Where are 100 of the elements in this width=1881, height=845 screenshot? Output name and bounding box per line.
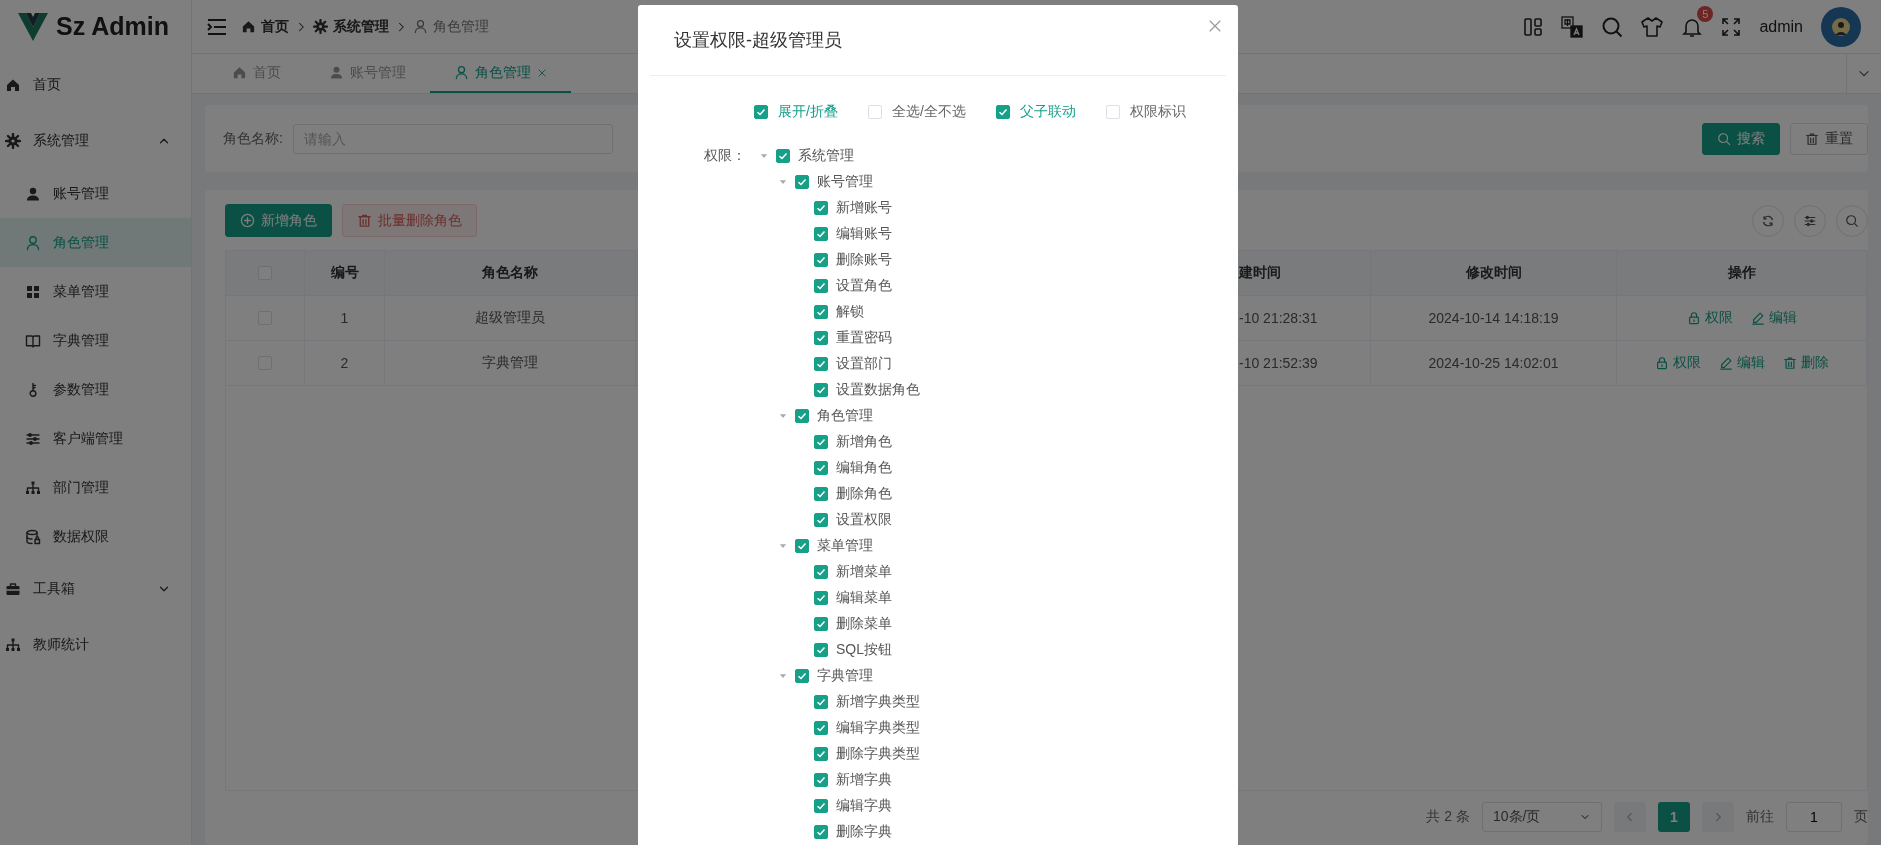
add-role-button[interactable]: 新增角色 xyxy=(225,204,332,237)
column-header: 角色名称 xyxy=(385,251,636,296)
tree-node-label: 删除字典 xyxy=(836,823,892,841)
sidebar-item[interactable]: 参数管理 xyxy=(0,365,191,414)
close-icon xyxy=(537,67,547,78)
sidebar-item[interactable]: 菜单管理 xyxy=(0,267,191,316)
book-icon xyxy=(25,332,41,349)
tree-checkbox[interactable] xyxy=(814,721,828,735)
edit-link[interactable]: 编辑 xyxy=(1750,309,1797,327)
delete-link[interactable]: 删除 xyxy=(1782,354,1829,372)
tree-checkbox[interactable] xyxy=(795,669,809,683)
search-button[interactable]: 搜索 xyxy=(1702,122,1780,155)
permission-link[interactable]: 权限 xyxy=(1654,354,1701,372)
search-icon xyxy=(1717,131,1731,146)
close-icon[interactable] xyxy=(1208,19,1222,33)
sidebar-item[interactable]: 数据权限 xyxy=(0,512,191,561)
check-icon xyxy=(816,359,826,369)
sidebar-item[interactable]: 系统管理 xyxy=(0,113,191,169)
user-name[interactable]: admin xyxy=(1759,17,1803,36)
tree-node-label: 系统管理 xyxy=(798,147,854,165)
tree-checkbox[interactable] xyxy=(814,825,828,839)
sidebar-item[interactable]: 部门管理 xyxy=(0,463,191,512)
tree-checkbox[interactable] xyxy=(814,487,828,501)
breadcrumb-item[interactable]: 首页 xyxy=(261,17,289,36)
tree-checkbox[interactable] xyxy=(814,253,828,267)
page-size-select[interactable]: 10条/页 xyxy=(1482,802,1602,832)
database-icon xyxy=(25,528,41,545)
fullscreen-icon[interactable] xyxy=(1721,16,1742,37)
tree-checkbox[interactable] xyxy=(814,227,828,241)
option-checkbox[interactable] xyxy=(995,104,1010,119)
sidebar-item[interactable]: 工具箱 xyxy=(0,561,191,617)
goto-label: 前往 xyxy=(1746,808,1774,826)
grid-icon xyxy=(25,283,41,300)
pen-icon xyxy=(1750,311,1765,325)
tree-checkbox[interactable] xyxy=(795,175,809,189)
sliders-icon[interactable] xyxy=(1794,204,1826,237)
translate-icon[interactable] xyxy=(1561,15,1584,38)
tree-checkbox[interactable] xyxy=(814,591,828,605)
tree-checkbox[interactable] xyxy=(814,513,828,527)
tree-node-label: 设置权限 xyxy=(836,511,892,529)
refresh-icon[interactable] xyxy=(1752,204,1784,237)
check-icon xyxy=(816,229,826,239)
column-header: 建时间 xyxy=(1237,251,1371,296)
menu-icon[interactable] xyxy=(207,17,227,36)
user-icon xyxy=(25,234,41,251)
check-icon xyxy=(816,255,826,265)
avatar[interactable] xyxy=(1821,6,1861,47)
tree-checkbox[interactable] xyxy=(814,435,828,449)
sidebar-item[interactable]: 教师统计 xyxy=(0,617,191,673)
shirt-icon[interactable] xyxy=(1641,15,1664,38)
goto-page-input[interactable]: 1 xyxy=(1786,802,1842,832)
tree-checkbox[interactable] xyxy=(814,305,828,319)
tree-checkbox[interactable] xyxy=(814,695,828,709)
check-icon xyxy=(797,411,807,421)
tree-checkbox[interactable] xyxy=(814,357,828,371)
tree-node-label: 删除菜单 xyxy=(836,615,892,633)
org-chart-icon xyxy=(25,479,41,496)
tree-checkbox[interactable] xyxy=(795,409,809,423)
sidebar-item[interactable]: 字典管理 xyxy=(0,316,191,365)
option-label[interactable]: 展开/折叠 xyxy=(778,102,838,121)
tree-node-label: SQL按钮 xyxy=(836,641,892,659)
tree-node-label: 解锁 xyxy=(836,303,864,321)
tab[interactable]: 角色管理 xyxy=(430,54,571,93)
edit-link[interactable]: 编辑 xyxy=(1718,354,1765,372)
home-icon xyxy=(241,19,256,34)
tree-checkbox[interactable] xyxy=(814,279,828,293)
permission-link[interactable]: 权限 xyxy=(1686,309,1733,327)
option-label[interactable]: 权限标识 xyxy=(1129,102,1186,121)
tree-checkbox[interactable] xyxy=(814,565,828,579)
tree-node-label: 菜单管理 xyxy=(817,537,873,555)
sidebar-item[interactable]: 账号管理 xyxy=(0,169,191,218)
tree-checkbox[interactable] xyxy=(776,149,790,163)
check-icon xyxy=(816,697,826,707)
page-button[interactable]: 1 xyxy=(1658,802,1690,832)
tree-node-label: 编辑菜单 xyxy=(836,589,892,607)
search-icon[interactable] xyxy=(1836,204,1868,237)
option-checkbox[interactable] xyxy=(754,104,768,119)
search-icon[interactable] xyxy=(1601,15,1624,38)
tree-checkbox[interactable] xyxy=(795,539,809,553)
column-header: 编号 xyxy=(305,251,385,296)
tree-checkbox[interactable] xyxy=(814,617,828,631)
org-chart-icon xyxy=(5,637,21,653)
layout-icon[interactable] xyxy=(1523,16,1544,37)
tree-checkbox[interactable] xyxy=(814,773,828,787)
tree-checkbox[interactable] xyxy=(814,747,828,761)
tree-checkbox[interactable] xyxy=(814,461,828,475)
option-label[interactable]: 全选/全不选 xyxy=(891,102,966,121)
breadcrumb-item[interactable]: 系统管理 xyxy=(333,17,389,36)
reset-button[interactable]: 重置 xyxy=(1790,122,1868,155)
tree-node-label: 字典管理 xyxy=(817,667,873,685)
tree-checkbox[interactable] xyxy=(814,643,828,657)
sidebar-item[interactable]: 客户端管理 xyxy=(0,414,191,463)
tree-checkbox[interactable] xyxy=(814,383,828,397)
tree-checkbox[interactable] xyxy=(814,799,828,813)
option-label[interactable]: 父子联动 xyxy=(1019,102,1076,121)
sidebar-item[interactable]: 首页 xyxy=(0,57,191,113)
tree-checkbox[interactable] xyxy=(814,201,828,215)
lock-icon xyxy=(1654,356,1669,370)
check-icon xyxy=(816,801,826,811)
tree-checkbox[interactable] xyxy=(814,331,828,345)
